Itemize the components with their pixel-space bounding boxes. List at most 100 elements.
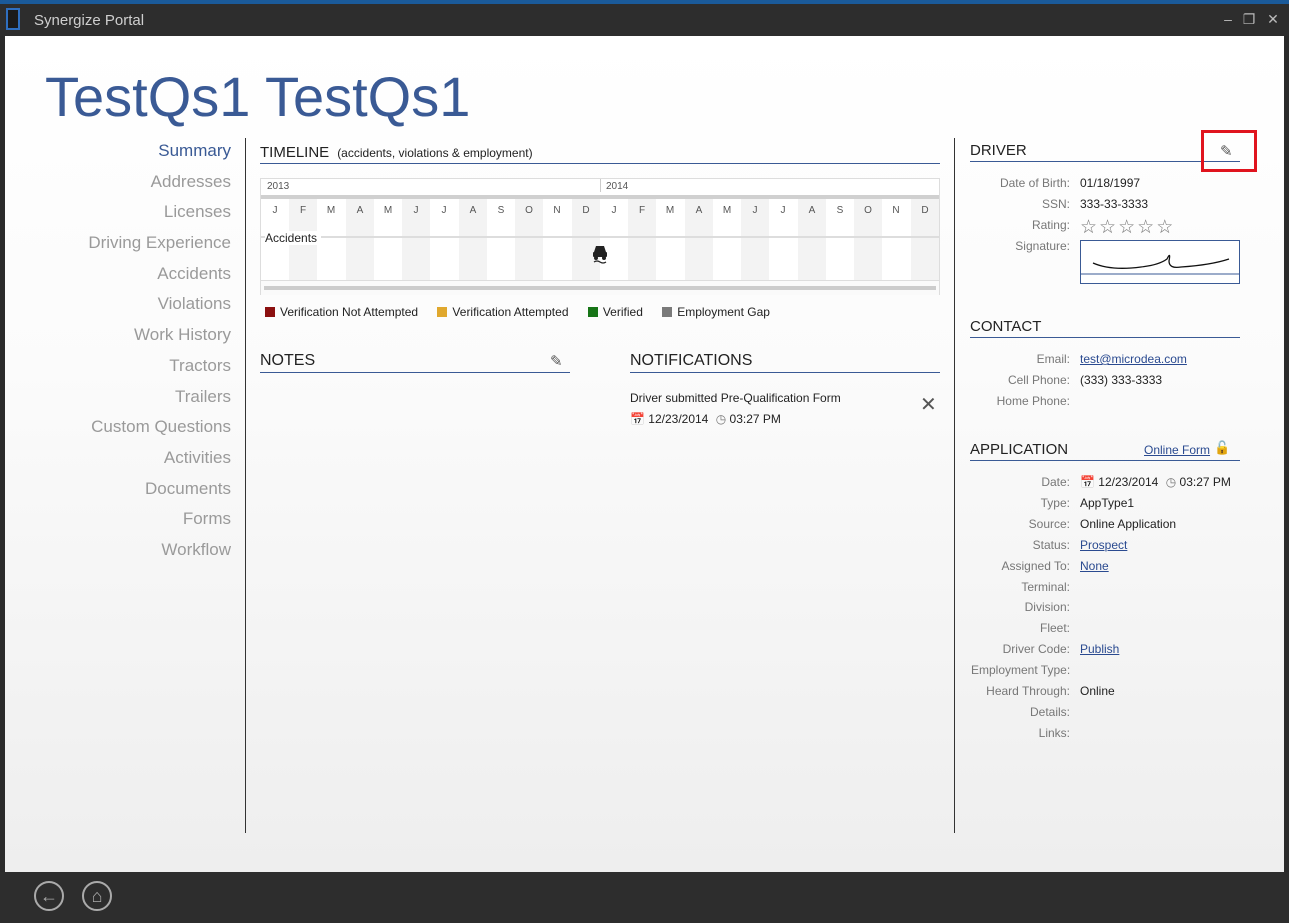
calendar-icon: 📅	[630, 412, 645, 426]
contact-header: CONTACT	[970, 318, 1240, 338]
legend-swatch	[437, 307, 448, 317]
nav-item-work-history[interactable]: Work History	[5, 324, 231, 355]
employment-type-label: Employment Type:	[971, 663, 1071, 677]
dismiss-notification-close-icon[interactable]: ✕	[920, 392, 937, 417]
home-icon[interactable]: ⌂	[82, 881, 112, 911]
rating-stars[interactable]: ☆☆☆☆☆	[1080, 216, 1175, 239]
terminal-label: Terminal:	[1021, 580, 1070, 594]
title-bar: Synergize Portal – ❐ ✕	[0, 0, 1289, 36]
legend-swatch	[662, 307, 673, 317]
ssn-value: 333-33-3333	[1080, 197, 1149, 211]
scroll-thumb[interactable]	[264, 286, 936, 290]
nav-item-tractors[interactable]: Tractors	[5, 355, 231, 386]
app-source-value: Online Application	[1080, 517, 1177, 531]
nav-item-trailers[interactable]: Trailers	[5, 386, 231, 417]
accidents-row-line	[261, 237, 939, 238]
month-label: M	[722, 205, 732, 216]
accident-car-icon[interactable]	[591, 243, 609, 265]
nav-item-licenses[interactable]: Licenses	[5, 201, 231, 232]
calendar-icon: 📅	[1080, 475, 1095, 489]
timeline-months: J F M A M J J A S O N D J F M A M J J A …	[261, 199, 939, 237]
month-label: A	[695, 205, 703, 216]
month-label: J	[441, 205, 447, 216]
timeline-years: 2013 2014	[261, 179, 939, 199]
legend-item: Verified	[587, 305, 643, 319]
month-label: O	[864, 205, 872, 216]
divider-left	[245, 138, 246, 833]
main-content: TestQs1 TestQs1 Summary Addresses Licens…	[5, 36, 1284, 872]
month-label: J	[780, 205, 786, 216]
app-status-link[interactable]: Prospect	[1080, 538, 1127, 552]
cell-phone-value: (333) 333-3333	[1080, 373, 1163, 387]
notes-header: NOTES	[260, 352, 570, 373]
cell-phone-label: Cell Phone:	[1007, 373, 1070, 387]
signature-label: Signature:	[1015, 239, 1070, 253]
legend-item: Verification Not Attempted	[265, 305, 418, 319]
notification-datetime: 📅 12/23/2014 ◷ 03:27 PM	[630, 412, 781, 426]
contact-title: CONTACT	[970, 318, 1042, 335]
timeline-title: TIMELINE	[260, 144, 330, 161]
legend-item: Employment Gap	[662, 305, 770, 319]
year-label: 2014	[600, 179, 628, 192]
app-bar: ← ⌂	[0, 872, 1289, 923]
notes-title: NOTES	[260, 352, 316, 369]
month-label: N	[553, 205, 561, 216]
nav-item-summary[interactable]: Summary	[5, 140, 231, 171]
nav-item-accidents[interactable]: Accidents	[5, 263, 231, 294]
month-label: F	[638, 205, 646, 216]
dob-value: 01/18/1997	[1080, 176, 1141, 190]
signature-image	[1081, 254, 1239, 275]
ssn-label: SSN:	[1041, 197, 1070, 211]
timeline-scrollbar[interactable]	[261, 280, 939, 295]
clock-icon: ◷	[1165, 475, 1177, 489]
links-label: Links:	[1038, 726, 1070, 740]
driver-code-publish-link[interactable]: Publish	[1080, 642, 1119, 656]
nav-item-workflow[interactable]: Workflow	[5, 539, 231, 570]
month-label: N	[892, 205, 900, 216]
notes-edit-pencil-icon[interactable]: ✎	[550, 352, 563, 370]
timeline-chart[interactable]: 2013 2014 J F M A M J J A S O N D J F M …	[260, 178, 940, 295]
assigned-to-link[interactable]: None	[1080, 559, 1109, 573]
star-icon[interactable]: ☆	[1080, 217, 1099, 238]
nav-item-custom-questions[interactable]: Custom Questions	[5, 416, 231, 447]
nav-item-addresses[interactable]: Addresses	[5, 171, 231, 202]
nav-item-activities[interactable]: Activities	[5, 447, 231, 478]
close-window-button[interactable]: ✕	[1263, 11, 1283, 28]
nav-item-documents[interactable]: Documents	[5, 478, 231, 509]
unlock-icon[interactable]: 🔓	[1214, 440, 1230, 456]
dob-label: Date of Birth:	[999, 176, 1070, 190]
timeline-subtitle: (accidents, violations & employment)	[337, 146, 533, 160]
minimize-button[interactable]: –	[1218, 11, 1238, 27]
app-date-value: 📅 12/23/2014 ◷ 03:27 PM	[1080, 475, 1231, 489]
timeline-legend: Verification Not Attempted Verification …	[265, 305, 786, 319]
nav-item-driving-experience[interactable]: Driving Experience	[5, 232, 231, 263]
restore-button[interactable]: ❐	[1239, 11, 1259, 28]
star-icon[interactable]: ☆	[1118, 217, 1137, 238]
online-form-link[interactable]: Online Form	[1144, 443, 1210, 457]
divider-right	[954, 138, 955, 833]
star-icon[interactable]: ☆	[1137, 217, 1156, 238]
nav-item-violations[interactable]: Violations	[5, 293, 231, 324]
notifications-header: NOTIFICATIONS	[630, 352, 940, 373]
division-label: Division:	[1024, 600, 1070, 614]
fleet-label: Fleet:	[1039, 621, 1070, 635]
heard-through-value: Online	[1080, 684, 1115, 698]
month-label: M	[383, 205, 393, 216]
app-source-label: Source:	[1028, 517, 1070, 531]
window-title: Synergize Portal	[34, 12, 145, 29]
month-label: J	[272, 205, 278, 216]
email-link[interactable]: test@microdea.com	[1080, 352, 1187, 366]
month-label: J	[611, 205, 617, 216]
page-title: TestQs1 TestQs1	[45, 65, 471, 128]
star-icon[interactable]: ☆	[1099, 217, 1118, 238]
month-label: A	[356, 205, 364, 216]
star-icon[interactable]: ☆	[1156, 217, 1175, 238]
notification-date: 12/23/2014	[648, 412, 709, 426]
driver-title: DRIVER	[970, 142, 1027, 159]
notification-text: Driver submitted Pre-Qualification Form	[630, 391, 841, 405]
month-label: M	[665, 205, 675, 216]
back-arrow-icon[interactable]: ←	[34, 881, 64, 911]
side-nav: Summary Addresses Licenses Driving Exper…	[5, 140, 231, 570]
heard-through-label: Heard Through:	[986, 684, 1070, 698]
nav-item-forms[interactable]: Forms	[5, 508, 231, 539]
